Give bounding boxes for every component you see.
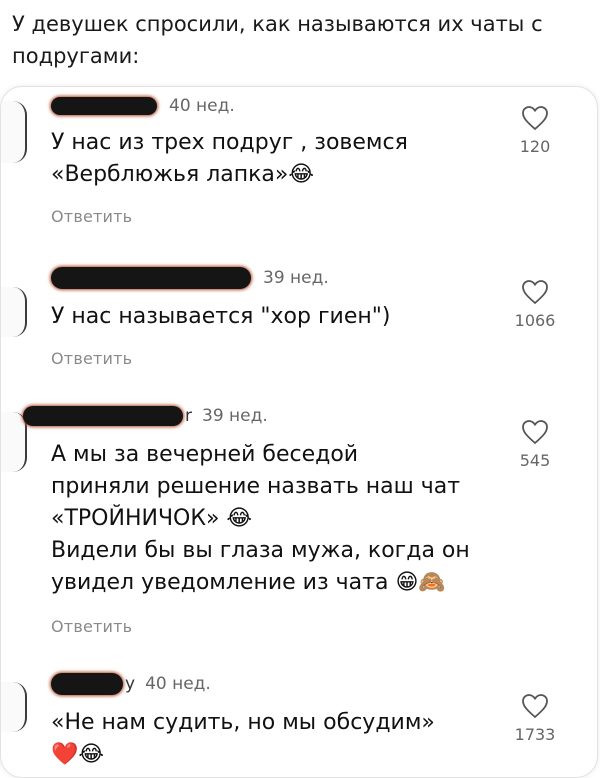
heart-outline-icon[interactable]: [521, 279, 549, 305]
comment-line: приняли решение назвать наш чат: [51, 474, 461, 499]
redacted-username: [51, 97, 157, 115]
heart-outline-icon[interactable]: [521, 105, 549, 131]
comment-line: «ТРОЙНИЧОК» 😂: [51, 506, 253, 531]
likes-count: 545: [519, 451, 551, 470]
comment-meta: 40 нед.: [51, 93, 235, 119]
redacted-username: [51, 673, 123, 695]
redacted-username: [23, 406, 183, 426]
comment-line: «Верблюжья лапка»😂: [51, 162, 315, 187]
like-button[interactable]: 545: [505, 419, 565, 470]
comment-line: У нас из трех подруг , зовемся: [51, 130, 408, 155]
comment-meta: r 39 нед.: [23, 403, 268, 429]
comment-meta: у 40 нед.: [51, 671, 211, 697]
thread-edge-marker: [1, 682, 27, 732]
heart-outline-icon[interactable]: [521, 693, 549, 719]
comment-line: Видели бы вы глаза мужа, когда он: [51, 538, 470, 563]
likes-count: 120: [519, 137, 551, 156]
heart-outline-icon[interactable]: [521, 419, 549, 445]
comment-time: 39 нед.: [202, 406, 268, 426]
comment-line: «Не нам судить, но мы обсудим»: [51, 710, 435, 735]
post-caption: У девушек спросили, как называются их ча…: [12, 12, 543, 68]
reply-button[interactable]: Ответить: [51, 617, 132, 636]
username-suffix[interactable]: r: [185, 406, 192, 426]
comments-card: 40 нед. У нас из трех подруг , зовемся «…: [0, 86, 598, 778]
like-button[interactable]: 120: [505, 105, 565, 156]
like-button[interactable]: 1733: [505, 693, 565, 744]
comment-time: 39 нед.: [263, 268, 329, 288]
comment-text: У нас называется "хор гиен"): [51, 301, 491, 333]
comment-time: 40 нед.: [145, 674, 211, 694]
redacted-username: [51, 267, 251, 289]
thread-edge-marker: [1, 101, 27, 163]
comment-text: А мы за вечерней беседой приняли решение…: [51, 439, 491, 599]
thread-edge-marker: [1, 287, 27, 337]
comment-line: А мы за вечерней беседой: [51, 442, 359, 467]
like-button[interactable]: 1066: [505, 279, 565, 330]
reply-button[interactable]: Ответить: [51, 349, 132, 368]
comment-time: 40 нед.: [169, 96, 235, 116]
likes-count: 1066: [514, 311, 556, 330]
comment-meta: 39 нед.: [51, 265, 329, 291]
username-suffix[interactable]: у: [125, 674, 135, 694]
comment-line: ❤️😂: [51, 742, 105, 767]
comment-text: У нас из трех подруг , зовемся «Верблюжь…: [51, 127, 491, 191]
comment-text: «Не нам судить, но мы обсудим» ❤️😂: [51, 707, 491, 771]
likes-count: 1733: [514, 725, 556, 744]
comment-line: У нас называется "хор гиен"): [51, 304, 391, 329]
comment-line: увидел уведомление из чата 😁🙈: [51, 570, 446, 595]
reply-button[interactable]: Ответить: [51, 207, 132, 226]
